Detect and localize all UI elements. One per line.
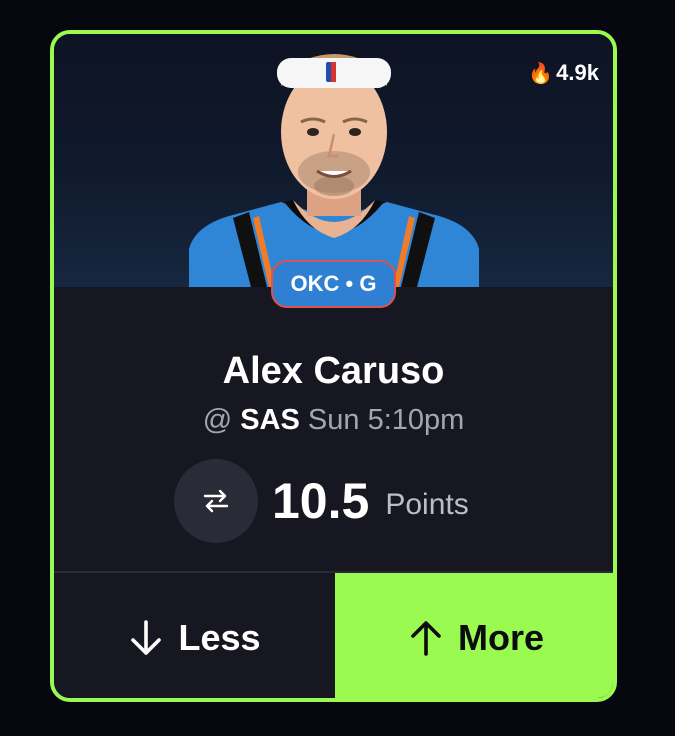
player-hero-banner: 🔥 4.9k <box>54 34 613 287</box>
matchup-prefix: @ <box>202 404 233 436</box>
arrow-up-icon <box>411 620 441 656</box>
opponent-team: SAS <box>240 404 300 436</box>
arrow-down-icon <box>131 619 162 655</box>
line-value: 10.5 <box>272 473 370 529</box>
less-button[interactable]: Less <box>54 573 335 698</box>
player-name: Alex Caruso <box>222 350 445 392</box>
game-time: Sun 5:10pm <box>307 404 465 436</box>
swap-stat-button[interactable] <box>174 459 258 543</box>
popularity-indicator: 🔥 4.9k <box>528 60 599 86</box>
player-prop-card: 🔥 4.9k OKC • G Alex Caruso @ SAS Sun 5:1… <box>50 30 617 702</box>
more-button[interactable]: More <box>335 573 613 698</box>
projection-line: 10.5 Points <box>174 459 469 543</box>
swap-arrows-icon <box>203 489 229 513</box>
less-button-label: Less <box>178 616 261 658</box>
flame-icon: 🔥 <box>528 62 554 85</box>
matchup-info: @ SAS Sun 5:10pm <box>54 404 613 437</box>
more-button-label: More <box>457 616 544 658</box>
popularity-count: 4.9k <box>556 60 599 85</box>
stat-type: Points <box>385 488 469 521</box>
player-headshot <box>189 54 479 287</box>
team-position-badge: OKC • G <box>270 260 397 308</box>
